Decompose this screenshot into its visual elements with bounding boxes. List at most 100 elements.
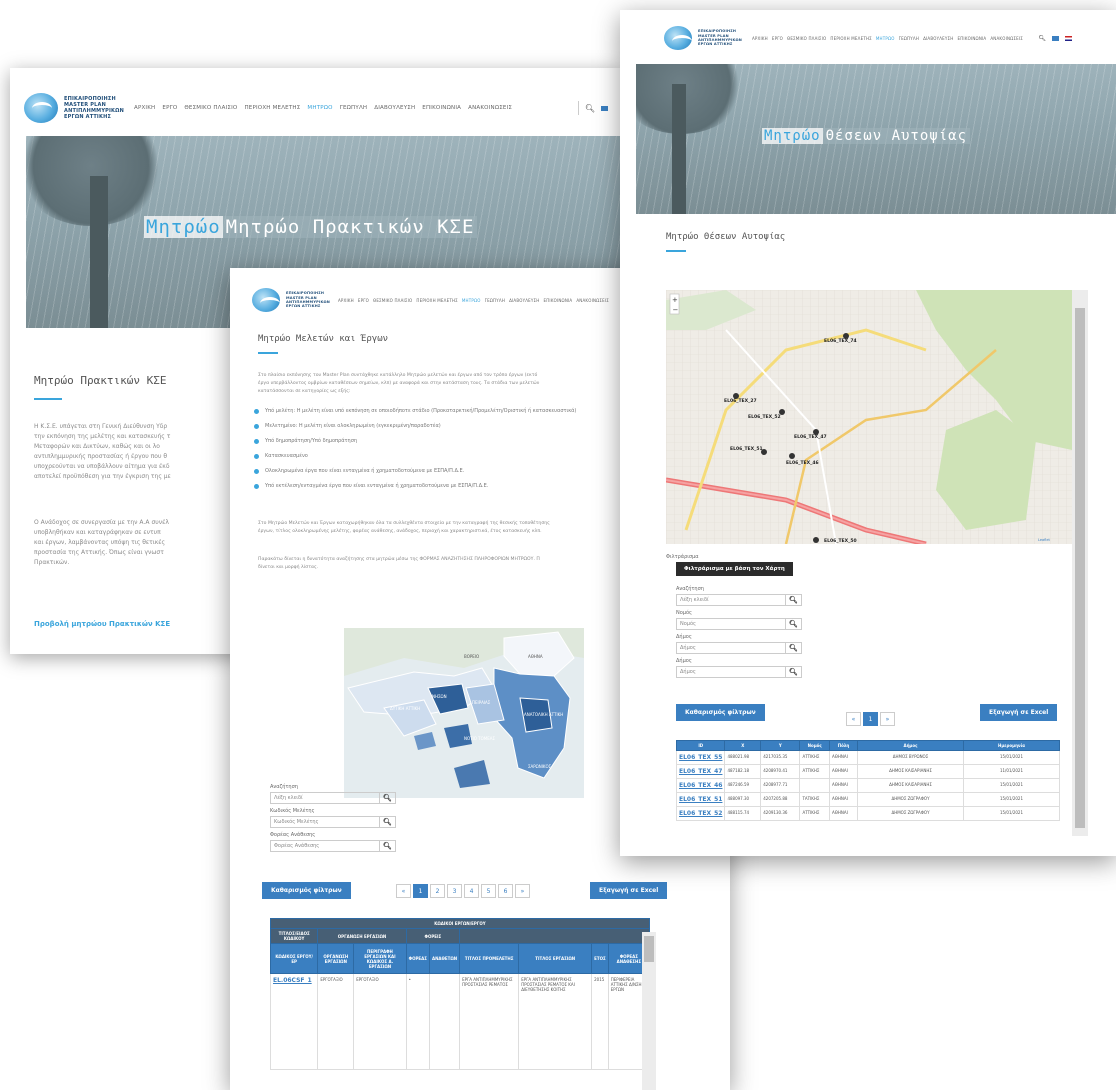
region-map[interactable]: ΑΘΗΝΑ ΔΥΤΙΚΗ ΑΤΤΙΚΗ ΝΗΣΩΝ ΠΕΙΡΑΙΑΣ ΑΝΑΤΟ… — [344, 628, 584, 798]
menu-item[interactable]: ΠΕΡΙΟΧΗ ΜΕΛΕΤΗΣ — [244, 105, 300, 111]
menu-item[interactable]: ΑΝΑΚΟΙΝΩΣΕΙΣ — [576, 298, 609, 303]
menu-item[interactable]: ΕΡΓΟ — [358, 298, 369, 303]
marker-label: EL06_TEX_74 — [824, 338, 857, 344]
page-link[interactable]: 4 — [464, 884, 479, 898]
zoom-in-button[interactable]: + — [672, 296, 678, 304]
menu-item[interactable]: ΓΕΩΠΥΛΗ — [340, 105, 368, 111]
search-icon[interactable]: 🔍︎ — [379, 817, 395, 827]
menu-item[interactable]: ΓΕΩΠΥΛΗ — [899, 36, 919, 41]
inspection-map[interactable]: EL06_TEX_74 EL06_TEX_27 EL06_TEX_52 EL06… — [666, 290, 1072, 544]
column-header[interactable]: ΚΩΔΙΚΟΣ ΕΡΓΟΥ/ΕΡ — [269, 943, 319, 974]
site-logo[interactable]: ΕΠΙΚΑΙΡΟΠΟΙΗΣΗ MASTER PLAN ΑΝΤΙΠΛΗΜΜΥΡΙΚΩΝ… — [664, 26, 742, 50]
menu-item[interactable]: ΠΕΡΙΟΧΗ ΜΕΛΕΤΗΣ — [416, 298, 458, 303]
page-prev[interactable]: « — [846, 712, 861, 726]
menu-item-active[interactable]: ΜΗΤΡΩΟ — [462, 298, 481, 303]
column-header[interactable]: ΑΝΑΘΕΤΩΝ — [428, 943, 461, 974]
menu-item[interactable]: ΑΡΧΙΚΗ — [752, 36, 768, 41]
export-excel-button[interactable]: Εξαγωγή σε Excel — [980, 704, 1058, 721]
record-link[interactable]: EL06_TEX_55 — [679, 754, 722, 761]
column-header[interactable]: ΤΙΤΛΟΣ ΕΡΓΑΣΙΩΝ — [518, 943, 593, 974]
record-link[interactable]: EL06_TEX_52 — [679, 810, 722, 817]
page-prev[interactable]: « — [396, 884, 411, 898]
menu-item[interactable]: ΔΙΑΒΟΥΛΕΥΣΗ — [509, 298, 539, 303]
table-scrollbar[interactable] — [642, 932, 656, 1090]
map-attribution[interactable]: Leaflet — [1038, 538, 1051, 542]
column-header[interactable]: Y — [760, 740, 801, 751]
search-icon[interactable]: 🔍︎ — [1038, 35, 1046, 42]
column-header[interactable]: ΠΕΡΙΓΡΑΦΗ ΕΡΓΑΣΙΩΝ ΚΑΙ ΚΩΔΙΚΟΣ Α. ΕΡΓΑΣΙ… — [353, 943, 407, 974]
menu-item[interactable]: ΕΠΙΚΟΙΝΩΝΙΑ — [958, 36, 987, 41]
site-logo[interactable]: ΕΠΙΚΑΙΡΟΠΟΙΗΣΗ MASTER PLAN ΑΝΤΙΠΛΗΜΜΥΡΙΚΩΝ… — [252, 288, 330, 312]
menu-item[interactable]: ΑΡΧΙΚΗ — [134, 105, 155, 111]
view-kse-register-link[interactable]: Προβολή μητρώου Πρακτικών ΚΣΕ — [34, 620, 170, 628]
greek-flag-icon[interactable] — [601, 105, 608, 111]
search-icon[interactable]: 🔍︎ — [379, 793, 395, 803]
menu-item[interactable]: ΓΕΩΠΥΛΗ — [485, 298, 505, 303]
search-icon[interactable]: 🔍︎ — [785, 595, 801, 605]
municipality-input[interactable]: Δήμος 🔍︎ — [676, 666, 802, 678]
record-link[interactable]: EL.06CSF_1 — [273, 977, 312, 984]
menu-item[interactable]: ΑΝΑΚΟΙΝΩΣΕΙΣ — [468, 105, 512, 111]
column-header[interactable]: ΟΡΓΑΝΩΣΗ ΕΡΓΑΣΙΩΝ — [317, 943, 355, 974]
clear-filters-button[interactable]: Καθαρισμός φίλτρων — [676, 704, 765, 721]
search-icon[interactable]: 🔍︎ — [379, 841, 395, 851]
record-link[interactable]: EL06_TEX_47 — [679, 768, 722, 775]
column-header[interactable]: ID — [675, 740, 726, 751]
filter-form: Αναζήτηση Λέξη κλειδί 🔍︎ Κωδικός Μελέτης … — [270, 780, 396, 852]
filter-by-map-button[interactable]: Φιλτράρισμα με βάση τον Χάρτη — [676, 562, 793, 576]
menu-item[interactable]: ΠΕΡΙΟΧΗ ΜΕΛΕΤΗΣ — [830, 36, 872, 41]
menu-item-active[interactable]: ΜΗΤΡΩΟ — [307, 105, 332, 111]
prefecture-input[interactable]: Νομός 🔍︎ — [676, 618, 802, 630]
search-input[interactable]: Λέξη κλειδί 🔍︎ — [270, 792, 396, 804]
column-header[interactable]: ΕΤΟΣ — [591, 943, 609, 974]
page-link[interactable]: 3 — [447, 884, 462, 898]
menu-item-active[interactable]: ΜΗΤΡΩΟ — [876, 36, 895, 41]
page-link[interactable]: 1 — [413, 884, 428, 898]
page-link[interactable]: 2 — [430, 884, 445, 898]
search-icon[interactable]: 🔍︎ — [585, 104, 595, 113]
page-next[interactable]: » — [515, 884, 530, 898]
municipality-input[interactable]: Δήμος 🔍︎ — [676, 642, 802, 654]
column-header[interactable]: X — [724, 740, 762, 751]
english-flag-icon[interactable] — [1065, 35, 1072, 41]
column-header[interactable]: Ημερομηνία — [963, 740, 1060, 751]
menu-item[interactable]: ΕΠΙΚΟΙΝΩΝΙΑ — [544, 298, 573, 303]
site-logo[interactable]: ΕΠΙΚΑΙΡΟΠΟΙΗΣΗ MASTER PLAN ΑΝΤΙΠΛΗΜΜΥΡΙΚΩΝ… — [24, 93, 124, 123]
clear-filters-button[interactable]: Καθαρισμός φίλτρων — [262, 882, 351, 899]
menu-item[interactable]: ΘΕΣΜΙΚΟ ΠΛΑΙΣΙΟ — [184, 105, 237, 111]
search-icon[interactable]: 🔍︎ — [785, 643, 801, 653]
column-header[interactable]: Πόλη — [828, 740, 859, 751]
column-header[interactable]: ΦΟΡΕΑΣ — [405, 943, 430, 974]
page-link[interactable]: 5 — [481, 884, 496, 898]
menu-item[interactable]: ΑΝΑΚΟΙΝΩΣΕΙΣ — [990, 36, 1023, 41]
filter-form: Αναζήτηση Λέξη κλειδί 🔍︎ Νομός Νομός 🔍︎ Δή… — [676, 582, 802, 678]
menu-item[interactable]: ΔΙΑΒΟΥΛΕΥΣΗ — [374, 105, 415, 111]
zoom-out-button[interactable]: − — [673, 306, 679, 314]
menu-item[interactable]: ΔΙΑΒΟΥΛΕΥΣΗ — [923, 36, 953, 41]
title-underline — [34, 398, 62, 400]
page-link[interactable]: 1 — [863, 712, 878, 726]
column-header[interactable]: Δήμος — [857, 740, 964, 751]
study-code-input[interactable]: Κωδικός Μελέτης 🔍︎ — [270, 816, 396, 828]
map-marker[interactable] — [813, 537, 819, 543]
search-icon[interactable]: 🔍︎ — [785, 667, 801, 677]
greek-flag-icon[interactable] — [1052, 35, 1059, 41]
search-icon[interactable]: 🔍︎ — [785, 619, 801, 629]
menu-item[interactable]: ΑΡΧΙΚΗ — [338, 298, 354, 303]
page-next[interactable]: » — [880, 712, 895, 726]
menu-item[interactable]: ΕΠΙΚΟΙΝΩΝΙΑ — [422, 105, 461, 111]
menu-item[interactable]: ΕΡΓΟ — [162, 105, 177, 111]
column-header[interactable]: Νομός — [799, 740, 830, 751]
menu-item[interactable]: ΕΡΓΟ — [772, 36, 783, 41]
page-scrollbar[interactable] — [1072, 290, 1088, 836]
map-marker[interactable] — [789, 453, 795, 459]
column-header[interactable]: ΤΙΤΛΟΣ ΠΡΟΜΕΛΕΤΗΣ — [459, 943, 520, 974]
agency-input[interactable]: Φορέας Ανάθεσης 🔍︎ — [270, 840, 396, 852]
menu-item[interactable]: ΘΕΣΜΙΚΟ ΠΛΑΙΣΙΟ — [373, 298, 412, 303]
search-input[interactable]: Λέξη κλειδί 🔍︎ — [676, 594, 802, 606]
record-link[interactable]: EL06_TEX_46 — [679, 782, 722, 789]
menu-item[interactable]: ΘΕΣΜΙΚΟ ΠΛΑΙΣΙΟ — [787, 36, 826, 41]
export-excel-button[interactable]: Εξαγωγή σε Excel — [590, 882, 668, 899]
record-link[interactable]: EL06_TEX_51 — [679, 796, 722, 803]
page-link[interactable]: 6 — [498, 884, 513, 898]
